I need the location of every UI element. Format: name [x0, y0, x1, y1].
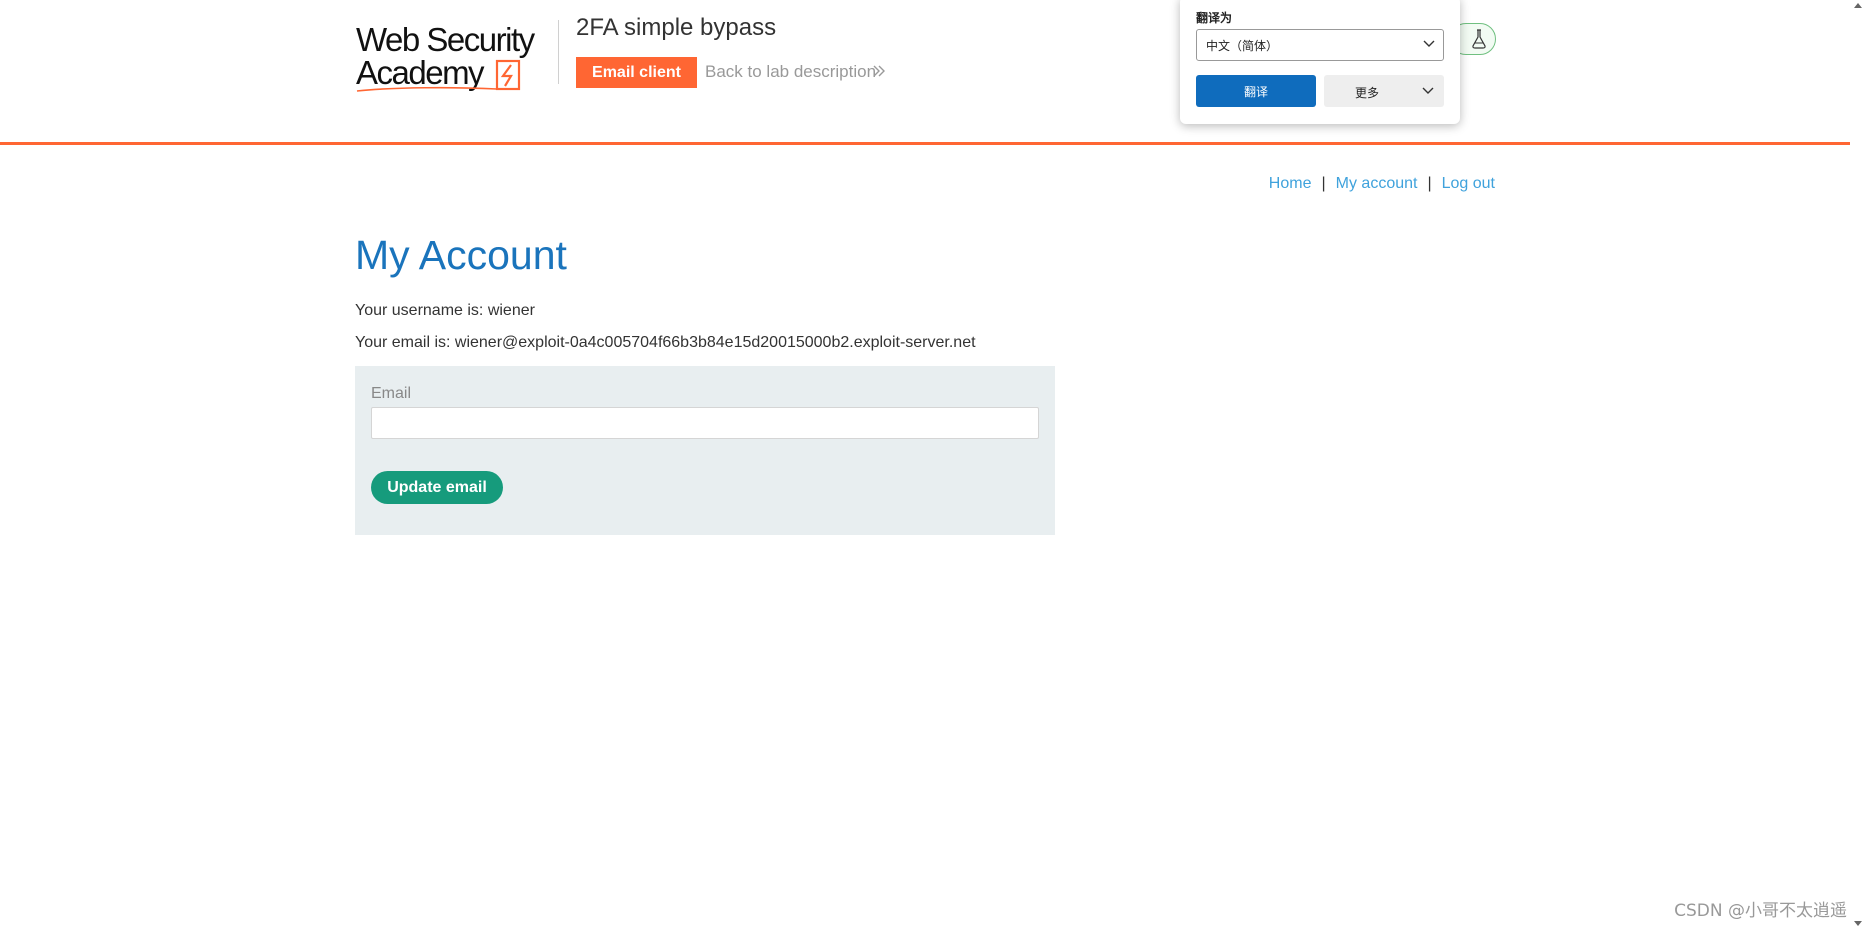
svg-text:Web Security: Web Security	[356, 21, 536, 58]
nav-separator: |	[1321, 175, 1326, 192]
scroll-down-arrow-icon[interactable]	[1854, 921, 1862, 926]
nav-separator: |	[1427, 175, 1432, 192]
back-to-lab-description-link[interactable]: Back to lab description	[705, 62, 876, 82]
translate-popup-title: 翻译为	[1196, 11, 1233, 25]
logo-graphic: Web Security Academy	[356, 21, 537, 92]
translate-popup: 翻译为 中文（简体） 翻译 更多	[1180, 0, 1460, 124]
nav-log-out-link[interactable]: Log out	[1442, 175, 1495, 192]
update-email-button[interactable]: Update email	[371, 471, 503, 504]
email-field-label: Email	[371, 385, 412, 402]
translate-button[interactable]: 翻译	[1196, 75, 1316, 107]
page-title: My Account	[355, 232, 567, 278]
chevron-down-icon	[1422, 87, 1434, 94]
lab-title: 2FA simple bypass	[576, 14, 777, 41]
vertical-scrollbar[interactable]	[1850, 0, 1865, 929]
email-field[interactable]	[371, 407, 1039, 439]
scroll-up-arrow-icon[interactable]	[1854, 3, 1862, 8]
svg-text:Academy: Academy	[356, 54, 485, 91]
site-header: Web Security Academy 2FA simple bypass E…	[0, 0, 1850, 145]
top-nav: Home | My account | Log out	[1269, 175, 1495, 193]
email-client-button[interactable]: Email client	[576, 57, 697, 88]
nav-home-link[interactable]: Home	[1269, 175, 1312, 192]
target-language-select[interactable]: 中文（简体）	[1196, 29, 1444, 61]
flask-icon	[1472, 29, 1486, 49]
target-language-value: 中文（简体）	[1206, 39, 1279, 53]
username-line: Your username is: wiener	[355, 302, 535, 319]
nav-my-account-link[interactable]: My account	[1336, 175, 1418, 192]
watermark: CSDN @小哥不太逍遥	[1674, 901, 1847, 921]
email-line: Your email is: wiener@exploit-0a4c005704…	[355, 334, 976, 351]
more-button-label: 更多	[1354, 86, 1379, 100]
more-button[interactable]: 更多	[1324, 75, 1444, 107]
double-chevron-right-icon[interactable]	[872, 63, 886, 79]
chevron-down-icon	[1423, 40, 1435, 47]
logo-divider	[558, 20, 559, 84]
change-email-form: Email Update email	[355, 366, 1055, 535]
web-security-academy-logo[interactable]: Web Security Academy	[355, 18, 555, 96]
